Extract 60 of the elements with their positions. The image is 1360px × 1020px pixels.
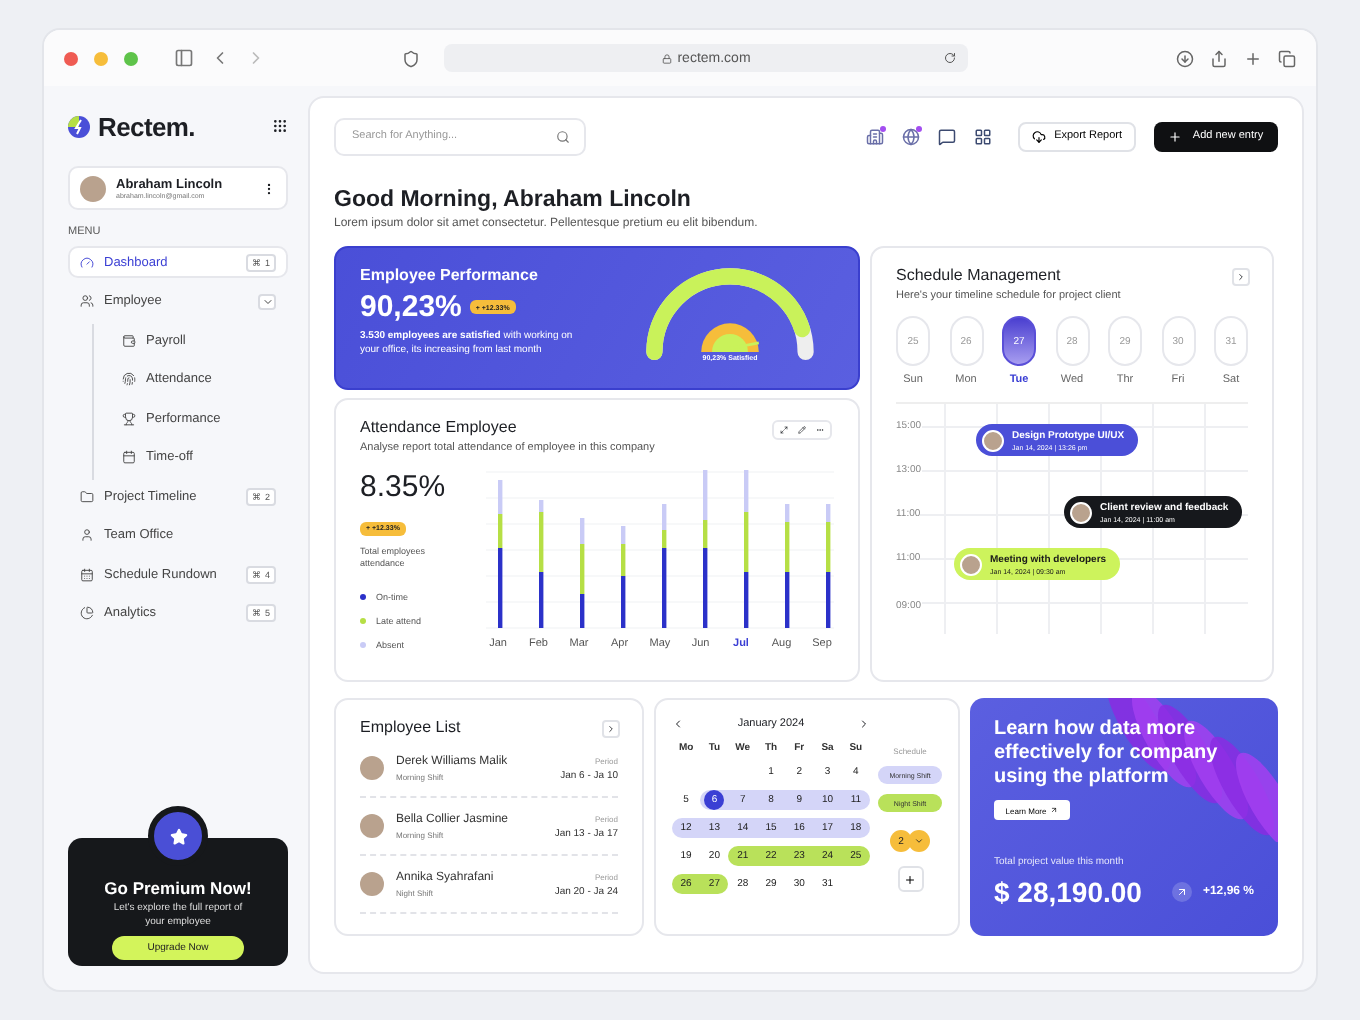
close-window-icon[interactable] — [64, 51, 78, 65]
sidebar-toggle-icon[interactable] — [174, 48, 194, 68]
greeting-title: Good Morning, Abraham Lincoln — [334, 188, 693, 212]
previous-month-icon[interactable] — [672, 718, 684, 730]
plus-icon — [904, 873, 916, 885]
trend-up-icon — [1172, 882, 1193, 902]
add-button[interactable] — [897, 866, 923, 892]
avatar — [360, 814, 384, 838]
chevron-down-icon — [914, 836, 924, 846]
performance-value: 90,23% — [360, 290, 462, 324]
grid-icon[interactable] — [272, 118, 288, 134]
card-title: Schedule Management — [896, 266, 1061, 284]
chat-icon[interactable] — [938, 127, 957, 145]
globe-icon[interactable] — [902, 127, 921, 145]
expand-toggle[interactable] — [258, 293, 276, 309]
more-icon[interactable] — [262, 181, 276, 195]
lock-icon — [661, 53, 672, 63]
promo-title: Learn how data more effectively for company using the platform — [994, 718, 1220, 790]
nav-icon — [122, 333, 136, 347]
building-icon[interactable] — [866, 127, 885, 145]
nav-icon — [80, 528, 94, 542]
gauge-icon — [80, 255, 94, 269]
download-icon[interactable] — [1176, 49, 1194, 67]
nav-icon — [122, 450, 136, 464]
chevron-right-icon — [606, 724, 616, 734]
edit-icon[interactable] — [797, 426, 806, 434]
logo-text: Rectem. — [98, 111, 195, 141]
chevron-right-icon — [1236, 272, 1246, 282]
expand-toggle[interactable] — [908, 830, 930, 852]
avatar — [960, 553, 982, 575]
apps-icon[interactable] — [974, 127, 993, 145]
chevron-down-icon — [261, 295, 273, 307]
tabs-icon[interactable] — [1278, 49, 1296, 67]
plus-icon — [1168, 129, 1183, 143]
nav-icon — [80, 606, 94, 620]
share-icon[interactable] — [1210, 49, 1228, 67]
cloud-download-icon — [1032, 129, 1047, 143]
expand-icon[interactable] — [779, 426, 788, 434]
premium-title: Go Premium Now! — [104, 878, 252, 898]
attendance-value: 8.35% — [360, 470, 448, 504]
nav-icon — [122, 372, 136, 386]
next-month-icon[interactable] — [858, 718, 870, 730]
avatar — [80, 175, 106, 201]
project-value: $ 28,190.00 — [994, 876, 1142, 908]
nav-icon — [80, 489, 94, 503]
avatar — [982, 429, 1004, 451]
nav-icon — [122, 411, 136, 425]
shield-icon[interactable] — [402, 49, 420, 67]
nav-icon — [80, 567, 94, 581]
card-title: Attendance Employee — [360, 418, 517, 436]
avatar — [360, 756, 384, 780]
reload-icon[interactable] — [944, 52, 956, 64]
avatar — [360, 872, 384, 896]
new-tab-icon[interactable] — [1244, 49, 1262, 67]
nav-icon — [80, 294, 94, 308]
card-title: Employee List — [360, 718, 461, 736]
search-icon — [556, 129, 570, 143]
card-title: Employee Performance — [360, 266, 540, 284]
logo-icon — [68, 115, 90, 137]
avatar — [1070, 501, 1092, 523]
